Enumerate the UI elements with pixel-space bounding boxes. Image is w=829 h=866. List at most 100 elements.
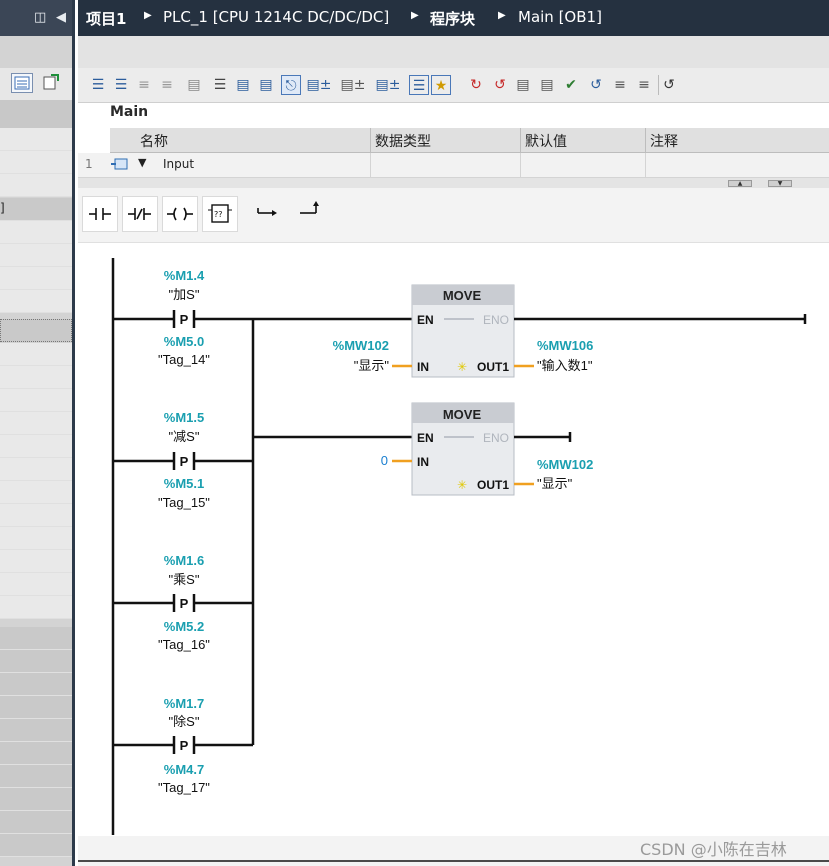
move-block-2[interactable]: MOVE EN ENO IN ✳ OUT1 (411, 402, 515, 496)
out-pin[interactable]: OUT1 (477, 478, 509, 492)
breakpoint-icon[interactable]: ↺ (490, 75, 510, 95)
p-edge-contact-3[interactable]: %M1.6 "乘S" P %M5.2 "Tag_16" (113, 553, 253, 652)
insert-network-icon[interactable]: ☰ (88, 75, 108, 95)
tree-row[interactable] (0, 290, 72, 313)
p-edge-contact-1[interactable]: %M1.4 "加S" P %M5.0 "Tag_14" (113, 268, 253, 367)
tree-row[interactable] (0, 458, 72, 481)
p-edge-contact-2[interactable]: %M1.5 "减S" P %M5.1 "Tag_15" (113, 410, 253, 510)
tree-row[interactable] (0, 174, 72, 197)
step-into-icon[interactable]: ≡ (634, 75, 654, 95)
move2-out-address[interactable]: %MW102 (537, 457, 593, 472)
move2-in-value[interactable]: 0 (381, 453, 388, 468)
eno-pin[interactable]: ENO (483, 431, 509, 445)
tree-row[interactable] (0, 550, 72, 573)
en-pin[interactable]: EN (417, 313, 434, 327)
operand-display-icon[interactable]: ▤± (340, 75, 366, 95)
tree-row[interactable] (0, 650, 72, 673)
compile-icon[interactable]: ✔ (561, 75, 581, 95)
tree-row[interactable] (0, 244, 72, 267)
tree-row[interactable]: ] (0, 198, 72, 221)
step-icon[interactable]: ≡ (610, 75, 630, 95)
column-header-comment[interactable]: 注释 (650, 131, 678, 151)
tree-row[interactable] (0, 573, 72, 596)
tree-row[interactable] (0, 596, 72, 619)
tree-row[interactable] (0, 389, 72, 412)
split-view-icon[interactable]: ◫ (34, 10, 46, 25)
tree-row[interactable] (0, 481, 72, 504)
column-header-name[interactable]: 名称 (140, 131, 168, 151)
breadcrumb-main-ob1[interactable]: Main [OB1] (518, 8, 602, 26)
details-view-icon[interactable] (11, 73, 33, 93)
add-row-icon[interactable]: ≡ (157, 75, 177, 95)
tree-row[interactable] (0, 811, 72, 834)
tag-table-icon[interactable]: ▤± (375, 75, 401, 95)
tree-row-selected[interactable] (0, 319, 72, 342)
column-divider[interactable] (645, 128, 646, 152)
breadcrumb-program-blocks[interactable]: 程序块 (430, 8, 475, 29)
expand-triangle-icon[interactable]: ▼ (138, 156, 146, 169)
column-divider[interactable] (520, 128, 521, 152)
column-divider[interactable] (370, 128, 371, 152)
in-pin[interactable]: IN (417, 455, 429, 469)
tree-row[interactable] (0, 267, 72, 290)
expand-down-icon[interactable]: ▼ (768, 180, 792, 187)
highlight-icon[interactable]: ★ (431, 75, 451, 95)
close-branch-button[interactable] (294, 196, 330, 232)
move2-out-symbol[interactable]: "显示" (537, 476, 573, 491)
tree-row[interactable] (0, 343, 72, 366)
tree-row[interactable] (0, 151, 72, 174)
in-pin[interactable]: IN (417, 360, 429, 374)
networks-overview-icon[interactable]: ▤ (256, 75, 276, 95)
breadcrumb-project[interactable]: 项目1 (86, 8, 126, 29)
column-header-default[interactable]: 默认值 (525, 131, 567, 151)
move1-out-symbol[interactable]: "输入数1" (537, 358, 593, 373)
en-pin[interactable]: EN (417, 431, 434, 445)
column-header-datatype[interactable]: 数据类型 (375, 131, 431, 151)
collapse-up-icon[interactable]: ▲ (728, 180, 752, 187)
cross-ref-icon[interactable]: ▤ (537, 75, 557, 95)
tree-row[interactable] (0, 696, 72, 719)
tree-row[interactable] (0, 765, 72, 788)
export-icon[interactable] (41, 73, 63, 93)
go-to-icon[interactable]: ▤ (513, 75, 533, 95)
favorites-icon[interactable]: ☰ (409, 75, 429, 95)
tree-row[interactable] (0, 742, 72, 765)
monitoring-off-icon[interactable]: ↻ (466, 75, 486, 95)
tree-row[interactable] (0, 412, 72, 435)
row-name[interactable]: Input (163, 157, 194, 171)
tree-row[interactable] (0, 435, 72, 458)
comments-icon[interactable]: ⎋ (281, 75, 301, 95)
open-all-networks-icon[interactable]: ☰ (210, 75, 230, 95)
tree-row[interactable] (0, 673, 72, 696)
nc-contact-button[interactable] (122, 196, 158, 232)
coil-button[interactable] (162, 196, 198, 232)
delete-network-icon[interactable]: ☰ (111, 75, 131, 95)
tree-row[interactable] (0, 719, 72, 742)
tree-row[interactable] (0, 627, 72, 650)
absolute-address-icon[interactable]: ▤ (184, 75, 204, 95)
no-contact-button[interactable] (82, 196, 118, 232)
close-all-networks-icon[interactable]: ▤ (233, 75, 253, 95)
tree-row[interactable] (0, 788, 72, 811)
out-pin[interactable]: OUT1 (477, 360, 509, 374)
tree-row[interactable] (0, 834, 72, 857)
more-tools-icon[interactable]: ↺ (658, 75, 679, 95)
move1-in-address[interactable]: %MW102 (333, 338, 389, 353)
eno-pin[interactable]: ENO (483, 313, 509, 327)
breadcrumb-plc[interactable]: PLC_1 [CPU 1214C DC/DC/DC] (163, 8, 389, 26)
tree-row[interactable] (0, 221, 72, 244)
move-block-1[interactable]: MOVE EN ENO IN ✳ OUT1 (411, 284, 515, 378)
interface-row-input[interactable]: 1 ▼ Input (78, 153, 829, 178)
tree-row[interactable] (0, 366, 72, 389)
empty-box-button[interactable]: ?? (202, 196, 238, 232)
tag-info-icon[interactable]: ▤± (306, 75, 332, 95)
open-branch-button[interactable] (250, 196, 286, 232)
move1-out-address[interactable]: %MW106 (537, 338, 593, 353)
p-edge-contact-4[interactable]: %M1.7 "除S" P %M4.7 "Tag_17" (113, 696, 253, 795)
tree-row[interactable] (0, 504, 72, 527)
tree-row[interactable] (0, 527, 72, 550)
tree-row[interactable] (0, 128, 72, 151)
insert-row-icon[interactable]: ≡ (134, 75, 154, 95)
move1-in-symbol[interactable]: "显示" (354, 358, 390, 373)
collapse-left-icon[interactable]: ◀ (56, 10, 66, 25)
